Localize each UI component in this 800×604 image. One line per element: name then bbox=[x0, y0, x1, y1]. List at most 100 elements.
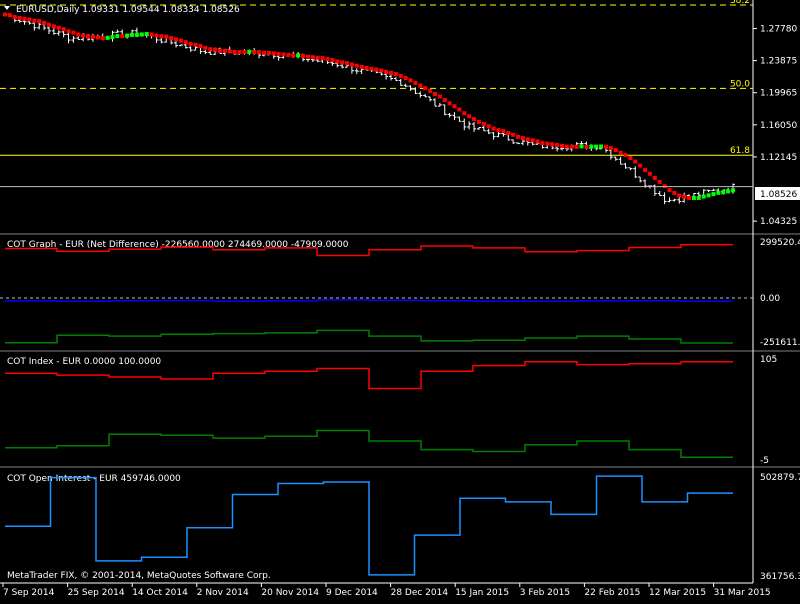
chart-header: EURUSD,Daily 1.09331 1.09544 1.08334 1.0… bbox=[16, 5, 240, 15]
ma-point bbox=[12, 14, 17, 19]
cot-index-axis-top: 105 bbox=[760, 355, 777, 365]
ma-point bbox=[227, 49, 232, 54]
time-tick-label: 25 Sep 2014 bbox=[68, 588, 125, 598]
ma-point bbox=[379, 68, 384, 73]
ma-point bbox=[198, 44, 203, 49]
ma-point bbox=[125, 33, 130, 38]
panel-frames bbox=[0, 0, 800, 584]
open-interest-panel[interactable]: COT Open Interest - EUR 459746.0000 5028… bbox=[5, 473, 800, 582]
ma-point bbox=[178, 38, 183, 43]
ma-point bbox=[364, 65, 369, 70]
ma-point bbox=[662, 184, 667, 189]
ma-point bbox=[687, 196, 692, 201]
ma-point bbox=[193, 42, 198, 47]
time-tick-label: 7 Sep 2014 bbox=[3, 588, 55, 598]
cot-index-series bbox=[5, 361, 733, 458]
ma-point bbox=[42, 20, 47, 25]
ma-point bbox=[130, 32, 135, 37]
copyright-text: MetaTrader FIX, © 2001-2014, MetaQuotes … bbox=[7, 571, 271, 581]
time-tick-label: 15 Jan 2015 bbox=[455, 588, 509, 598]
cot-graph-series-line bbox=[5, 299, 733, 303]
open-interest-title: COT Open Interest - EUR 459746.0000 bbox=[7, 474, 181, 484]
time-tick-label: 14 Oct 2014 bbox=[132, 588, 188, 598]
ma-point bbox=[721, 190, 726, 195]
ma-point bbox=[340, 60, 345, 65]
price-tick-label: 1.16050 bbox=[760, 121, 797, 131]
time-axis: 7 Sep 2014 25 Sep 2014 14 Oct 2014 2 Nov 20… bbox=[2, 583, 771, 598]
ma-point bbox=[149, 32, 154, 37]
ma-point bbox=[496, 128, 501, 133]
ma-point bbox=[296, 53, 301, 58]
time-tick-label: 9 Dec 2014 bbox=[326, 588, 378, 598]
ma-point bbox=[608, 146, 613, 151]
cot-index-panel[interactable]: COT Index - EUR 0.0000 100.0000 105 -5 bbox=[5, 355, 777, 466]
ma-point bbox=[203, 45, 208, 50]
ma-point bbox=[696, 195, 701, 200]
ma-point bbox=[335, 59, 340, 64]
ma-point bbox=[520, 136, 525, 141]
cot-graph-axis-top: 299520.4 bbox=[760, 238, 800, 248]
ma-point bbox=[37, 19, 42, 24]
ma-point bbox=[56, 25, 61, 30]
metatrader-chart-window[interactable]: 38.2 50.0 61.8 1.27780 1.23875 1.19965 1.1605… bbox=[0, 0, 800, 600]
ma-point bbox=[462, 111, 467, 116]
ma-point bbox=[261, 50, 266, 55]
cot-index-series-line bbox=[5, 429, 733, 458]
ma-point bbox=[398, 74, 403, 79]
ma-point bbox=[594, 144, 599, 149]
ma-point bbox=[51, 24, 56, 29]
price-tick-label: 1.27780 bbox=[760, 25, 797, 35]
ma-point bbox=[46, 22, 51, 27]
ma-point bbox=[667, 188, 672, 193]
ma-point bbox=[535, 139, 540, 144]
collapse-triangle-icon[interactable] bbox=[4, 6, 10, 10]
cot-graph-series-line bbox=[5, 329, 733, 344]
ma-point bbox=[599, 144, 604, 149]
ma-point bbox=[86, 34, 91, 39]
ma-point bbox=[393, 72, 398, 77]
ma-point bbox=[271, 51, 276, 56]
ma-point bbox=[418, 83, 423, 88]
ma-point bbox=[545, 141, 550, 146]
ma-point bbox=[437, 94, 442, 99]
ma-point bbox=[476, 119, 481, 124]
ma-point bbox=[95, 35, 100, 40]
ma-point bbox=[486, 124, 491, 129]
ma-point bbox=[481, 121, 486, 126]
ma-point bbox=[7, 13, 12, 18]
ma-point bbox=[257, 50, 262, 55]
ma-point bbox=[144, 32, 149, 37]
ma-point bbox=[657, 179, 662, 184]
current-price-label: 1.08526 bbox=[760, 190, 797, 200]
price-tick-label: 1.12145 bbox=[760, 153, 797, 163]
ma-point bbox=[530, 138, 535, 143]
ma-point bbox=[286, 52, 291, 57]
ma-point bbox=[188, 41, 193, 46]
ma-point bbox=[154, 33, 159, 38]
ma-point bbox=[345, 61, 350, 66]
ma-point bbox=[388, 70, 393, 75]
open-interest-axis-bottom: 361756.3 bbox=[760, 572, 800, 582]
ma-point bbox=[633, 159, 638, 164]
ma-point bbox=[276, 52, 281, 57]
ma-point bbox=[247, 49, 252, 54]
ma-point bbox=[579, 144, 584, 149]
ma-point bbox=[672, 190, 677, 195]
cot-graph-panel[interactable]: COT Graph - EUR (Net Difference) -226560… bbox=[0, 238, 800, 348]
time-tick-label: 12 Mar 2015 bbox=[649, 588, 706, 598]
ma-point bbox=[555, 142, 560, 147]
ma-point bbox=[432, 92, 437, 97]
ma-point bbox=[428, 88, 433, 93]
ma-point bbox=[559, 143, 564, 148]
ma-point bbox=[677, 193, 682, 198]
ma-point bbox=[574, 144, 579, 149]
ma-point bbox=[310, 55, 315, 60]
ma-point bbox=[623, 153, 628, 158]
ma-point bbox=[716, 190, 721, 195]
ma-point bbox=[618, 150, 623, 155]
price-panel[interactable]: 38.2 50.0 61.8 1.27780 1.23875 1.19965 1.1605… bbox=[0, 0, 800, 227]
ma-point bbox=[711, 192, 716, 197]
ma-point bbox=[266, 51, 271, 56]
ma-point bbox=[139, 32, 144, 37]
time-tick-label: 22 Feb 2015 bbox=[584, 588, 640, 598]
